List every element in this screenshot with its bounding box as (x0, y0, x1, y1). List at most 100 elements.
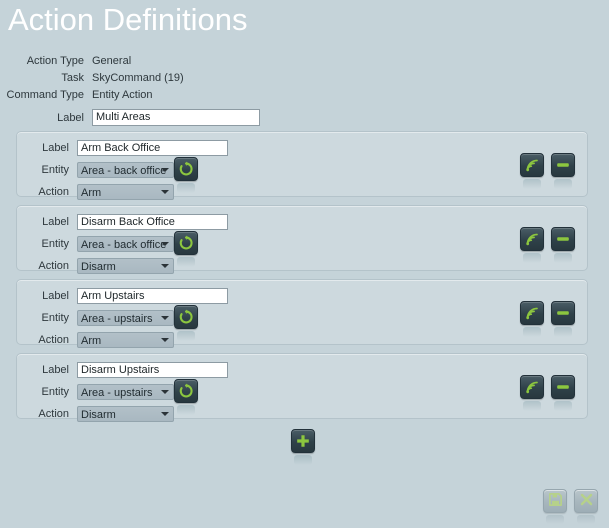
meta-label-action-type: Action Type (26, 54, 84, 67)
group-action-buttons (520, 227, 575, 263)
action-group-row: Label Entity Area - upstairs Action Disa… (16, 353, 588, 422)
minus-icon (555, 231, 571, 247)
plus-icon (295, 433, 311, 449)
group-action-row: Action Arm (17, 181, 228, 203)
action-select[interactable]: Arm (77, 332, 174, 348)
add-action-button-wrap (291, 429, 315, 465)
group-entity-caption: Entity (41, 238, 69, 250)
group-action-caption: Action (38, 408, 69, 420)
test-action-button[interactable] (520, 227, 544, 263)
refresh-button[interactable] (174, 379, 198, 415)
meta-value-action-type: General (92, 54, 132, 67)
test-action-button[interactable] (520, 375, 544, 411)
action-select-value: Disarm (81, 409, 116, 421)
group-action-caption: Action (38, 260, 69, 272)
entity-select[interactable]: Area - back office (77, 236, 174, 252)
group-label-row: Label (17, 137, 228, 159)
group-action-buttons (520, 301, 575, 337)
broadcast-icon (524, 231, 540, 247)
meta-row-action-type: Action Type General (0, 52, 609, 69)
meta-value-command-type: Entity Action (92, 88, 153, 101)
refresh-icon (178, 383, 194, 399)
remove-action-button[interactable] (551, 301, 575, 337)
meta-value-task: SkyCommand (19) (92, 71, 184, 84)
group-action-row: Action Disarm (17, 255, 228, 277)
chevron-down-icon (161, 264, 169, 268)
action-select[interactable]: Disarm (77, 406, 174, 422)
floppy-disk-icon (548, 492, 563, 510)
close-x-icon (579, 492, 594, 510)
group-label-row: Label (17, 359, 228, 381)
entity-select[interactable]: Area - upstairs (77, 310, 174, 326)
group-label-caption: Label (42, 364, 69, 376)
chevron-down-icon (161, 242, 169, 246)
group-entity-caption: Entity (41, 312, 69, 324)
chevron-down-icon (161, 316, 169, 320)
action-select-value: Disarm (81, 261, 116, 273)
meta-label-command-type: Command Type (6, 88, 84, 101)
chevron-down-icon (161, 168, 169, 172)
save-button[interactable] (543, 489, 567, 524)
action-select-value: Arm (81, 187, 102, 199)
group-label-input[interactable] (77, 288, 228, 304)
meta-label-task: Task (61, 71, 84, 84)
action-group-row: Label Entity Area - back office Action D… (16, 205, 588, 274)
group-label-input[interactable] (77, 214, 228, 230)
group-action-buttons (520, 153, 575, 189)
remove-action-button[interactable] (551, 375, 575, 411)
minus-icon (555, 157, 571, 173)
group-label-caption: Label (42, 142, 69, 154)
group-action-caption: Action (38, 186, 69, 198)
minus-icon (555, 379, 571, 395)
action-select[interactable]: Disarm (77, 258, 174, 274)
remove-action-button[interactable] (551, 153, 575, 189)
refresh-button[interactable] (174, 305, 198, 341)
action-group-row: Label Entity Area - back office Action A… (16, 131, 588, 200)
remove-action-button[interactable] (551, 227, 575, 263)
chevron-down-icon (161, 338, 169, 342)
entity-select-value: Area - back office (81, 165, 167, 177)
group-action-row: Action Disarm (17, 403, 228, 425)
action-select-value: Arm (81, 335, 102, 347)
action-group-list: Label Entity Area - back office Action A… (16, 131, 588, 427)
refresh-icon (178, 309, 194, 325)
broadcast-icon (524, 305, 540, 321)
entity-select-value: Area - upstairs (81, 313, 153, 325)
test-action-button[interactable] (520, 153, 544, 189)
refresh-button[interactable] (174, 157, 198, 193)
group-label-input[interactable] (77, 362, 228, 378)
add-action-button[interactable] (291, 429, 315, 465)
group-label-caption: Label (42, 216, 69, 228)
refresh-icon (178, 161, 194, 177)
test-action-button[interactable] (520, 301, 544, 337)
broadcast-icon (524, 379, 540, 395)
definition-label-input[interactable] (92, 109, 260, 126)
chevron-down-icon (161, 390, 169, 394)
chevron-down-icon (161, 190, 169, 194)
entity-select-value: Area - back office (81, 239, 167, 251)
page-title: Action Definitions (8, 2, 248, 37)
entity-select-value: Area - upstairs (81, 387, 153, 399)
group-label-input[interactable] (77, 140, 228, 156)
refresh-button[interactable] (174, 231, 198, 267)
definition-label-row: Label (0, 109, 260, 126)
group-entity-caption: Entity (41, 386, 69, 398)
footer-action-buttons (543, 489, 598, 524)
group-action-buttons (520, 375, 575, 411)
meta-row-command-type: Command Type Entity Action (0, 86, 609, 103)
entity-select[interactable]: Area - upstairs (77, 384, 174, 400)
group-entity-caption: Entity (41, 164, 69, 176)
cancel-button[interactable] (574, 489, 598, 524)
minus-icon (555, 305, 571, 321)
chevron-down-icon (161, 412, 169, 416)
group-action-row: Action Arm (17, 329, 228, 351)
action-select[interactable]: Arm (77, 184, 174, 200)
entity-select[interactable]: Area - back office (77, 162, 174, 178)
action-group-row: Label Entity Area - upstairs Action Arm (16, 279, 588, 348)
group-label-row: Label (17, 285, 228, 307)
definition-label-caption: Label (57, 111, 84, 124)
group-label-caption: Label (42, 290, 69, 302)
refresh-icon (178, 235, 194, 251)
broadcast-icon (524, 157, 540, 173)
group-action-caption: Action (38, 334, 69, 346)
